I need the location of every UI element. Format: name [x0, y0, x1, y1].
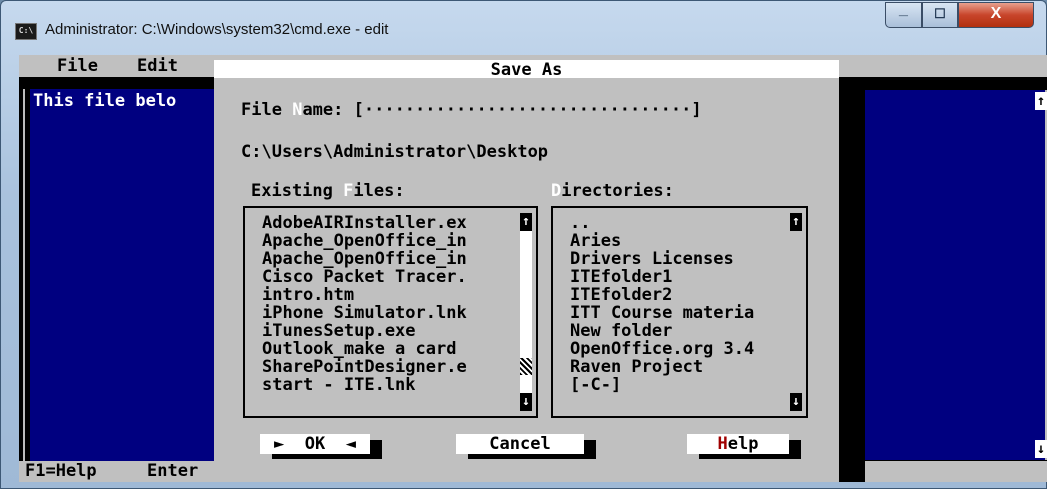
editor-pane-right[interactable]: ↑ ↓: [865, 90, 1047, 460]
filename-input[interactable]: [································]: [354, 100, 702, 120]
dirs-scroll-up-icon[interactable]: ↑: [790, 213, 802, 231]
file-item[interactable]: Apache_OpenOffice_in: [262, 232, 467, 250]
title-bar[interactable]: C:\ Administrator: C:\Windows\system32\c…: [1, 1, 1046, 51]
minimize-icon: _: [899, 1, 908, 18]
dirs-scroll-down-icon[interactable]: ↓: [790, 393, 802, 411]
directory-item[interactable]: ..: [570, 214, 590, 232]
directories-list[interactable]: .. Aries Drivers Licenses ITEfolder1 ITE…: [551, 206, 808, 418]
directory-item[interactable]: Drivers Licenses: [570, 250, 734, 268]
status-enter: Enter: [147, 461, 199, 481]
files-list[interactable]: AdobeAIRInstaller.ex Apache_OpenOffice_i…: [243, 206, 538, 418]
files-scrollbar[interactable]: [520, 213, 532, 411]
filename-field[interactable]: File Name: [····························…: [241, 100, 702, 120]
editor-text: This file belo: [33, 91, 177, 111]
cancel-button[interactable]: Cancel: [456, 434, 598, 459]
maximize-button[interactable]: ☐: [922, 2, 958, 28]
button-shadow: [699, 454, 801, 459]
file-item[interactable]: Cisco Packet Tracer.: [262, 268, 467, 286]
menu-edit[interactable]: Edit: [137, 56, 178, 76]
cmd-icon: C:\: [15, 23, 37, 40]
cancel-button-face: Cancel: [456, 434, 584, 454]
file-item[interactable]: Apache_OpenOffice_in: [262, 250, 467, 268]
file-item[interactable]: Outlook_make a card: [262, 340, 456, 358]
menu-file[interactable]: File: [57, 56, 98, 76]
editor-pane[interactable]: This file belo: [30, 89, 214, 470]
files-label: Existing Files:: [251, 181, 405, 201]
close-icon: X: [990, 5, 1002, 22]
button-shadow: [272, 454, 382, 459]
directory-item[interactable]: [-C-]: [570, 376, 621, 394]
file-item[interactable]: AdobeAIRInstaller.ex: [262, 214, 467, 232]
console-area: File Edit This file belo ↑ ↓ F1=Help Ent…: [19, 55, 1047, 482]
file-item[interactable]: iTunesSetup.exe: [262, 322, 416, 340]
files-scroll-thumb[interactable]: [520, 358, 532, 375]
dialog-shadow: [839, 77, 865, 482]
button-shadow: [468, 454, 596, 459]
directory-item[interactable]: Raven Project: [570, 358, 703, 376]
files-scroll-up-icon[interactable]: ↑: [520, 213, 532, 231]
status-help: F1=Help: [25, 461, 97, 481]
dialog-title: Save As: [490, 60, 563, 80]
file-item[interactable]: intro.htm: [262, 286, 354, 304]
files-scroll-down-icon[interactable]: ↓: [520, 393, 532, 411]
scroll-up-icon[interactable]: ↑: [1035, 92, 1047, 110]
save-as-dialog: Save As File Name: [····················…: [214, 60, 839, 482]
dialog-title-bar: Save As: [214, 60, 839, 80]
filename-label: File Name:: [241, 100, 354, 120]
directory-item[interactable]: Aries: [570, 232, 621, 250]
minimize-button[interactable]: _: [885, 1, 922, 28]
directory-item[interactable]: ITT Course materia: [570, 304, 754, 322]
directory-item[interactable]: New folder: [570, 322, 672, 340]
directories-label: Directories:: [551, 181, 674, 201]
current-path: C:\Users\Administrator\Desktop: [241, 142, 549, 162]
maximize-icon: ☐: [934, 6, 946, 21]
close-button[interactable]: X: [958, 2, 1034, 28]
scroll-down-icon[interactable]: ↓: [1035, 440, 1047, 458]
help-button-face: Help: [687, 434, 789, 454]
console-window: C:\ Administrator: C:\Windows\system32\c…: [0, 0, 1047, 489]
directory-item[interactable]: ITEfolder1: [570, 268, 672, 286]
directory-item[interactable]: ITEfolder2: [570, 286, 672, 304]
file-item[interactable]: SharePointDesigner.e: [262, 358, 467, 376]
ok-button[interactable]: ► OK ◄: [260, 434, 384, 459]
file-item[interactable]: start - ITE.lnk: [262, 376, 416, 394]
directory-item[interactable]: OpenOffice.org 3.4: [570, 340, 754, 358]
file-item[interactable]: iPhone Simulator.lnk: [262, 304, 467, 322]
help-button[interactable]: Help: [687, 434, 803, 459]
ok-button-face: ► OK ◄: [260, 434, 370, 454]
window-title: Administrator: C:\Windows\system32\cmd.e…: [45, 21, 389, 38]
